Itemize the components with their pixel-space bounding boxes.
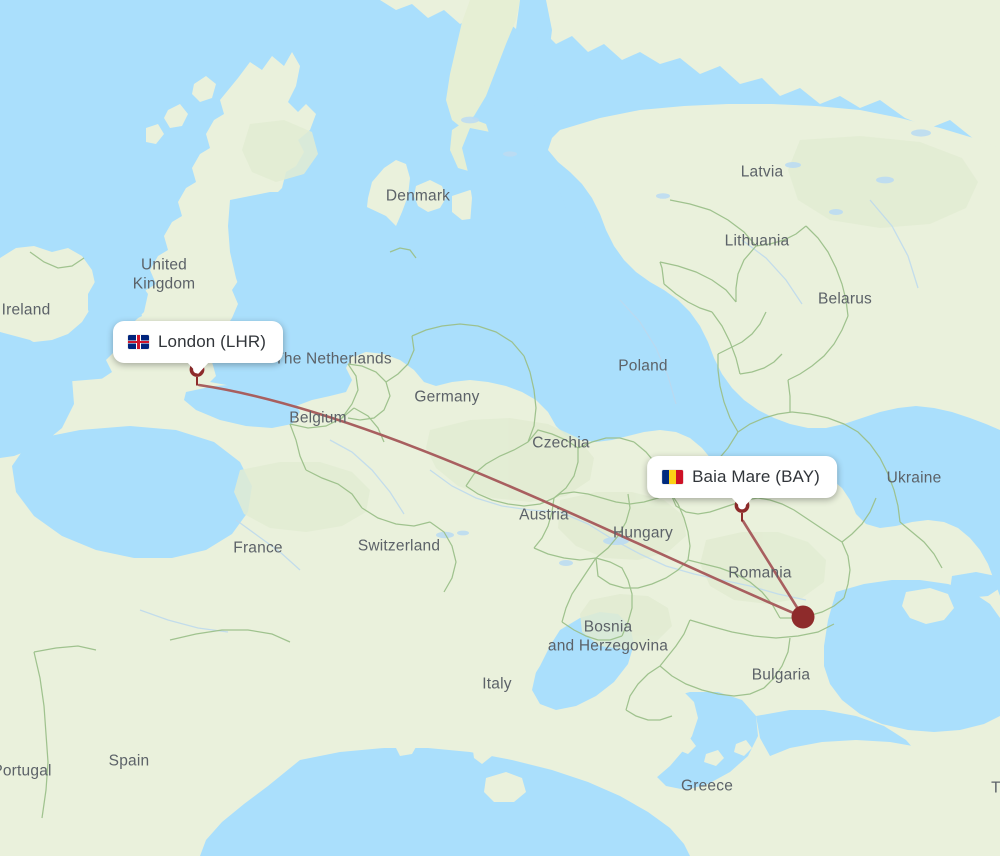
popup-london-tip <box>185 361 210 374</box>
flag-united-kingdom-icon <box>128 335 150 349</box>
popup-baia-mare-label: Baia Mare (BAY) <box>692 467 820 486</box>
flag-romania-icon <box>662 470 684 484</box>
map-canvas[interactable]: Ireland United Kingdom Denmark Latvia Li… <box>0 0 1000 856</box>
popup-london-label: London (LHR) <box>158 332 266 351</box>
popup-baia-mare-tip <box>730 496 754 509</box>
map-vector-layer <box>0 0 1000 856</box>
popup-baia-mare[interactable]: Baia Mare (BAY) <box>647 456 837 509</box>
popup-london[interactable]: London (LHR) <box>113 321 283 374</box>
bucharest-hub-dot[interactable] <box>791 605 815 629</box>
